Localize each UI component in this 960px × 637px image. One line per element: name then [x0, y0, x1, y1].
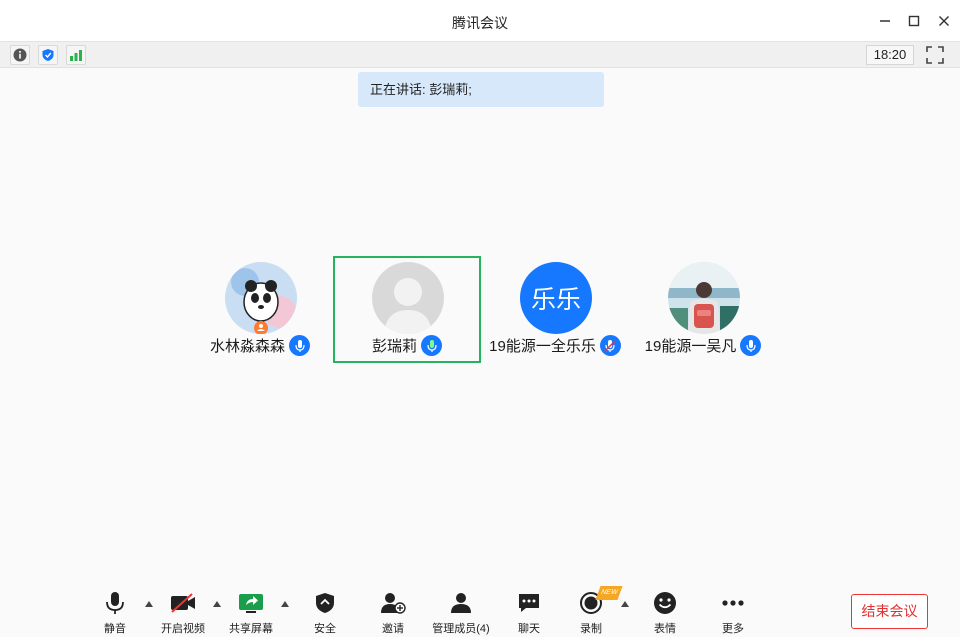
share-screen-button[interactable]: 共享屏幕	[221, 590, 281, 636]
participant-name-row: 19能源一吴凡	[629, 335, 777, 356]
default-person-avatar	[372, 262, 444, 334]
bottom-control-bar: 静音 开启视频 共享屏幕 安全 邀请 管理成员(4) 聊天 录制 表情 更多	[0, 582, 960, 637]
mute-options-caret[interactable]	[145, 601, 153, 607]
fullscreen-icon[interactable]	[926, 46, 944, 64]
window-title: 腾讯会议	[452, 15, 508, 31]
info-icon[interactable]	[10, 45, 30, 65]
participant-name-row: 水林淼森森	[186, 335, 334, 356]
end-meeting-button[interactable]: 结束会议	[851, 594, 928, 629]
mic-icon[interactable]	[289, 335, 310, 356]
mute-button[interactable]: 静音	[85, 590, 145, 636]
maximize-icon[interactable]	[903, 10, 925, 32]
speaking-banner: 正在讲话: 彭瑞莉;	[358, 72, 604, 107]
participant-name: 19能源一吴凡	[644, 338, 737, 355]
avatar-text: 乐乐	[530, 286, 581, 314]
participant-name: 水林淼森森	[209, 338, 285, 355]
record-label: 录制	[580, 623, 602, 635]
close-icon[interactable]	[933, 10, 955, 32]
participant-name-row: 彭瑞莉	[335, 335, 479, 356]
emoji-button[interactable]: 表情	[635, 590, 695, 636]
minimize-icon[interactable]	[874, 10, 896, 32]
more-label: 更多	[722, 623, 744, 635]
security-button[interactable]: 安全	[295, 590, 355, 636]
photo-avatar	[668, 262, 740, 334]
video-off-icon	[170, 590, 196, 616]
video-label: 开启视频	[161, 623, 205, 635]
security-label: 安全	[314, 623, 336, 635]
participant-tile[interactable]: 乐乐 19能源一全乐乐	[481, 256, 629, 363]
share-options-caret[interactable]	[281, 601, 289, 607]
title-bar: 腾讯会议	[0, 0, 960, 42]
members-icon	[448, 590, 474, 616]
mic-icon[interactable]	[740, 335, 762, 356]
chat-icon	[516, 590, 542, 616]
participant-tile[interactable]: 水林淼森森	[186, 256, 334, 363]
mic-icon	[102, 590, 128, 616]
mute-label: 静音	[104, 623, 126, 635]
invite-button[interactable]: 邀请	[363, 590, 423, 636]
add-user-icon	[380, 590, 406, 616]
more-dots-icon	[720, 590, 746, 616]
chat-button[interactable]: 聊天	[499, 590, 559, 636]
manage-members-button[interactable]: 管理成员(4)	[431, 590, 491, 636]
chat-label: 聊天	[518, 623, 540, 635]
panda-avatar	[225, 262, 297, 334]
invite-label: 邀请	[382, 623, 404, 635]
emoji-label: 表情	[654, 623, 676, 635]
info-toolbar: 18:20	[0, 42, 960, 68]
text-avatar: 乐乐	[520, 262, 592, 334]
participant-tile-active[interactable]: 彭瑞莉	[333, 256, 481, 363]
participant-name: 19能源一全乐乐	[489, 338, 596, 355]
share-screen-label: 共享屏幕	[229, 623, 273, 635]
mic-muted-icon[interactable]	[599, 335, 621, 356]
video-button[interactable]: 开启视频	[153, 590, 213, 636]
smiley-icon	[652, 590, 678, 616]
shield-icon[interactable]	[38, 45, 58, 65]
participant-name-row: 19能源一全乐乐	[481, 335, 629, 356]
share-screen-icon	[238, 590, 264, 616]
participant-name: 彭瑞莉	[371, 338, 417, 355]
more-button[interactable]: 更多	[703, 590, 763, 636]
video-options-caret[interactable]	[213, 601, 221, 607]
participant-tile[interactable]: 19能源一吴凡	[629, 256, 777, 363]
meeting-time: 18:20	[866, 45, 914, 65]
record-options-caret[interactable]	[621, 601, 629, 607]
manage-members-label: 管理成员(4)	[432, 623, 490, 635]
mic-icon[interactable]	[421, 335, 442, 356]
signal-bars-icon[interactable]	[66, 45, 86, 65]
shield-icon	[312, 590, 338, 616]
